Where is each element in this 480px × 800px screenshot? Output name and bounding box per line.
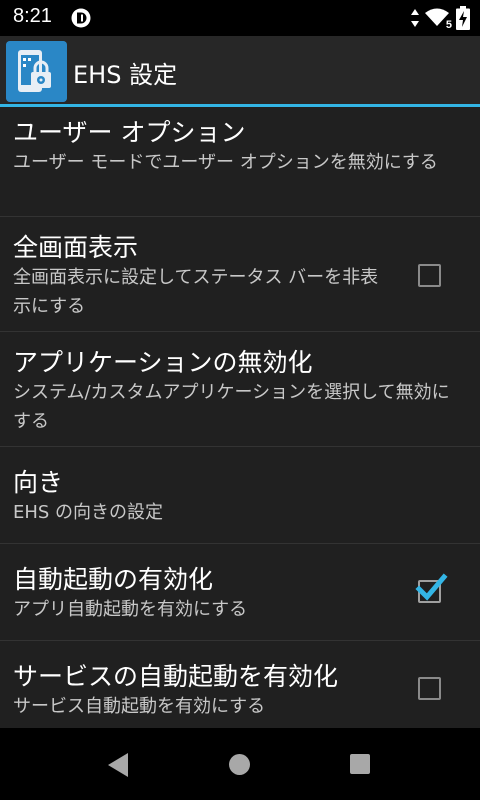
pref-title: サービスの自動起動を有効化 — [13, 662, 339, 691]
status-time: 8:21 — [13, 5, 52, 27]
pref-service-auto-launch[interactable]: サービスの自動起動を有効化 サービス自動起動を有効にする — [0, 641, 480, 727]
battery-charging-icon — [456, 6, 470, 30]
action-bar: EHS 設定 — [0, 36, 480, 104]
notification-app-icon — [71, 8, 91, 28]
back-icon[interactable] — [107, 752, 129, 778]
pref-summary: アプリ自動起動を有効にする — [13, 599, 248, 620]
pref-user-options[interactable]: ユーザー オプション ユーザー モードでユーザー オプションを無効にする — [0, 107, 480, 217]
pref-auto-launch[interactable]: 自動起動の有効化 アプリ自動起動を有効にする — [0, 544, 480, 641]
pref-title: 向き — [13, 468, 64, 497]
signal-badge: 5 — [445, 19, 452, 31]
app-title: EHS 設定 — [73, 61, 178, 89]
wifi-group: 5 — [424, 7, 452, 31]
preference-list[interactable]: ユーザー オプション ユーザー モードでユーザー オプションを無効にする 全画面… — [0, 107, 480, 727]
pref-summary: サービス自動起動を有効にする — [13, 696, 266, 717]
pref-orientation[interactable]: 向き EHS の向きの設定 — [0, 447, 480, 544]
pref-title: 全画面表示 — [13, 233, 139, 262]
service-auto-launch-checkbox[interactable] — [418, 677, 441, 700]
pref-summary: ユーザー モードでユーザー オプションを無効にする — [13, 152, 438, 173]
navigation-bar — [0, 728, 480, 800]
status-bar: 8:21 5 — [0, 0, 480, 36]
pref-disable-apps[interactable]: アプリケーションの無効化 システム/カスタムアプリケーションを選択して無効にする — [0, 332, 480, 447]
recents-icon[interactable] — [350, 754, 370, 774]
home-icon[interactable] — [229, 754, 250, 775]
pref-summary: システム/カスタムアプリケーションを選択して無効にする — [13, 382, 450, 432]
checkmark-icon — [415, 573, 448, 601]
pref-title: 自動起動の有効化 — [13, 565, 214, 594]
status-icons: 5 — [410, 6, 470, 31]
pref-title: アプリケーションの無効化 — [13, 348, 313, 377]
fullscreen-checkbox[interactable] — [418, 264, 441, 287]
ehs-lock-phone-icon[interactable] — [6, 41, 67, 102]
pref-title: ユーザー オプション — [13, 118, 246, 147]
pref-summary: EHS の向きの設定 — [13, 502, 164, 523]
data-arrows-icon — [411, 9, 419, 27]
pref-fullscreen[interactable]: 全画面表示 全画面表示に設定してステータス バーを非表示にする — [0, 217, 480, 332]
pref-summary: 全画面表示に設定してステータス バーを非表示にする — [13, 267, 379, 317]
